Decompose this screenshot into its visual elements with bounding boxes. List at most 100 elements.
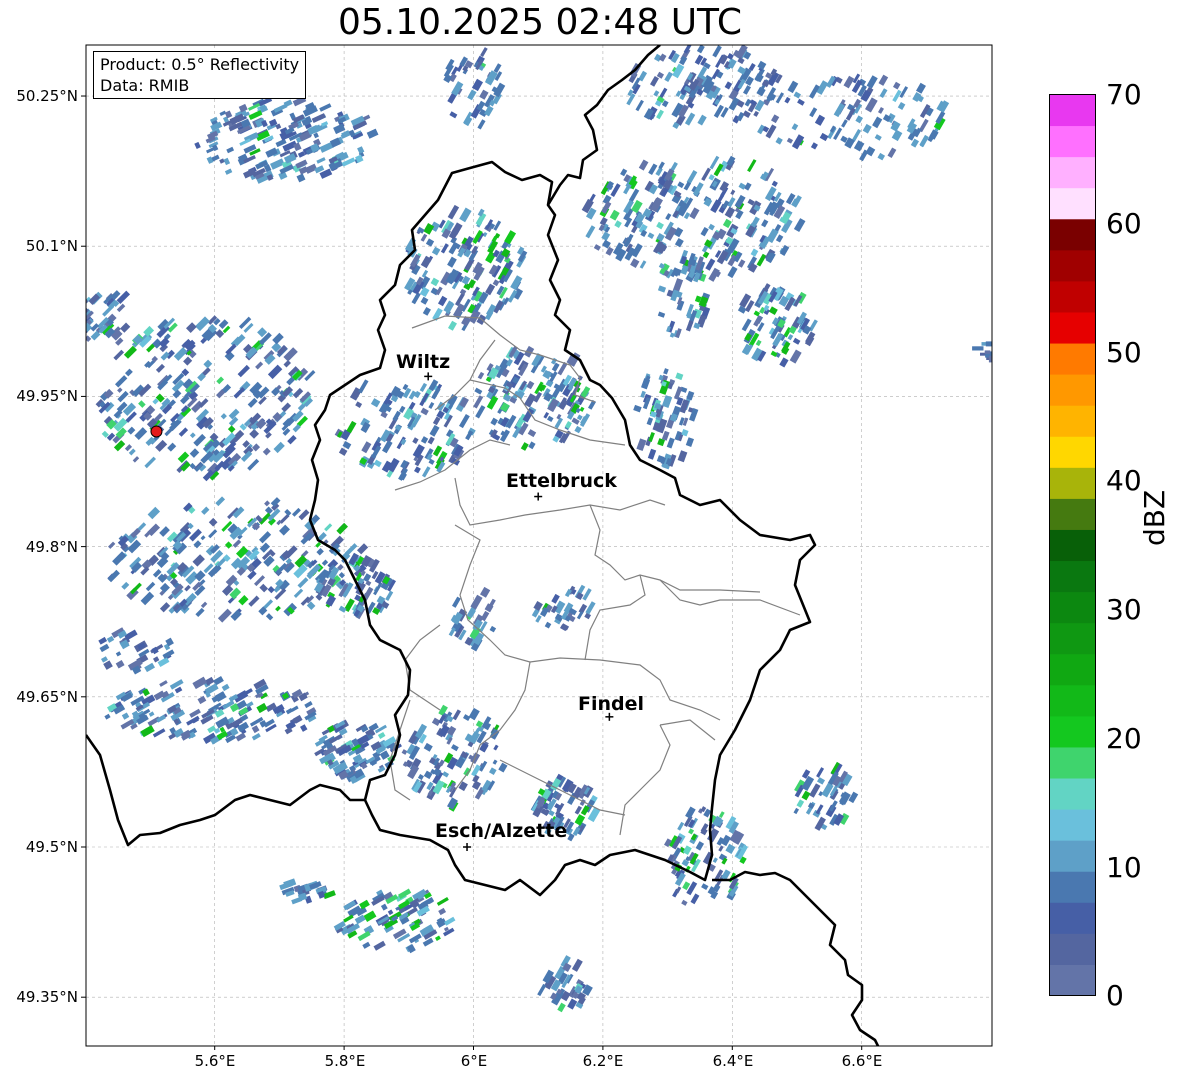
echo-cell — [346, 420, 357, 434]
echo-cell — [238, 103, 248, 113]
echo-cell — [430, 277, 440, 287]
echo-cell — [128, 448, 136, 456]
echo-cell — [498, 762, 508, 773]
echo-cell — [194, 141, 201, 150]
echo-cell — [155, 363, 165, 373]
echo-cell — [493, 63, 502, 73]
echo-cell — [684, 112, 696, 126]
echo-cell — [172, 389, 182, 399]
echo-cell — [695, 841, 705, 851]
echo-cell — [108, 541, 116, 549]
echo-cell — [500, 429, 510, 443]
echo-cell — [685, 806, 696, 819]
city-label-esch-alzette: Esch/Alzette — [435, 820, 568, 842]
echo-cell — [224, 168, 233, 175]
echo-cell — [663, 368, 669, 375]
echo-cell — [267, 364, 283, 380]
radar-site-marker[interactable] — [150, 425, 163, 438]
echo-cell — [452, 709, 461, 721]
echo-cell — [796, 799, 805, 808]
echo-cell — [787, 80, 799, 94]
echo-cell — [134, 427, 148, 440]
echo-cell — [117, 387, 123, 393]
echo-cell — [444, 916, 456, 926]
echo-cell — [647, 232, 655, 239]
echo-cell — [677, 821, 685, 831]
echo-cell — [730, 189, 736, 196]
echo-cell — [292, 507, 301, 517]
echo-cell — [853, 140, 865, 152]
echo-cell — [725, 843, 736, 855]
echo-cell — [186, 322, 197, 333]
echo-cell — [281, 402, 292, 413]
echo-cell — [262, 447, 271, 456]
echo-cell — [775, 137, 783, 145]
echo-cell — [741, 318, 752, 332]
echo-cell — [106, 635, 115, 643]
x-tick-label: 5.6°E — [194, 1052, 236, 1070]
echo-cell — [893, 81, 901, 90]
echo-cell — [144, 662, 156, 673]
echo-cell — [73, 324, 82, 333]
echo-cell — [338, 572, 345, 579]
echo-cell — [447, 256, 457, 268]
echo-cell — [358, 379, 369, 394]
colorbar-tick: 50 — [1106, 336, 1142, 369]
echo-cell — [855, 115, 864, 124]
colorbar-swatch — [1049, 902, 1096, 934]
echo-cell — [492, 279, 500, 287]
echo-cell — [324, 523, 333, 532]
x-tick-label: 6.2°E — [582, 1052, 624, 1070]
echo-cell — [319, 103, 332, 112]
echo-cell — [638, 159, 649, 171]
echo-cell — [421, 466, 431, 478]
echo-cell — [104, 713, 111, 720]
echo-cell — [658, 53, 667, 62]
echo-cell — [117, 390, 129, 403]
info-box: Product: 0.5° Reflectivity Data: RMIB — [93, 51, 307, 99]
echo-cell — [657, 285, 667, 293]
echo-cell — [420, 296, 429, 305]
echo-cell — [768, 306, 778, 316]
echo-cell — [208, 517, 218, 527]
colorbar-swatch — [1049, 498, 1096, 530]
echo-cell — [866, 75, 878, 89]
colorbar-swatch — [1049, 249, 1096, 282]
echo-cell — [259, 542, 271, 553]
colorbar-swatch — [1049, 94, 1096, 127]
echo-cell — [793, 807, 800, 815]
echo-cell — [422, 306, 431, 316]
echo-cell — [656, 71, 665, 79]
echo-cell — [420, 436, 429, 444]
echo-cell — [793, 218, 806, 233]
echo-cell — [872, 116, 883, 129]
colorbar-tick: 10 — [1106, 851, 1142, 884]
echo-cell — [238, 595, 249, 606]
echo-cell — [582, 588, 592, 601]
colorbar-swatch — [1049, 653, 1096, 686]
echo-cell — [787, 334, 794, 341]
echo-cell — [635, 99, 644, 112]
echo-cell — [797, 98, 805, 106]
echo-cell — [465, 430, 474, 441]
echo-cell — [489, 767, 497, 776]
echo-cell — [705, 258, 716, 271]
echo-cell — [682, 845, 692, 856]
echo-cell — [685, 437, 694, 447]
echo-cell — [585, 601, 596, 615]
echo-cell — [633, 404, 642, 413]
echo-cell — [200, 535, 206, 541]
radar-map[interactable] — [0, 0, 1000, 1050]
echo-cell — [585, 225, 596, 239]
echo-cell — [801, 790, 811, 801]
echo-cell — [431, 246, 441, 256]
echo-cell — [226, 146, 235, 154]
echo-cell — [235, 732, 247, 742]
colorbar-swatch — [1049, 405, 1096, 437]
echo-cell — [681, 899, 688, 906]
city-marker — [463, 843, 472, 851]
echo-cell — [437, 295, 448, 307]
echo-cell — [221, 683, 230, 692]
echo-cell — [421, 269, 429, 278]
echo-cell — [449, 111, 458, 119]
